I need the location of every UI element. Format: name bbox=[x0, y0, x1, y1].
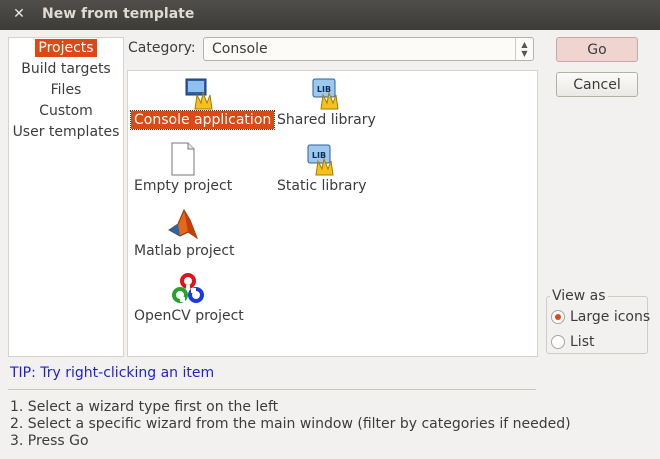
instruction-step: 2. Select a specific wizard from the mai… bbox=[10, 416, 571, 432]
template-label: OpenCV project bbox=[134, 308, 244, 324]
category-item-label: Custom bbox=[39, 103, 93, 119]
template-static-library[interactable]: LIB Static library bbox=[274, 141, 368, 195]
category-item-custom[interactable]: Custom bbox=[9, 101, 123, 122]
spin-arrows-icon: ▲ ▼ bbox=[515, 38, 533, 60]
matlab-icon bbox=[168, 208, 199, 240]
category-item-label: User templates bbox=[12, 124, 120, 140]
console-app-icon bbox=[185, 78, 213, 110]
template-shared-library[interactable]: LIB Shared library bbox=[274, 75, 378, 129]
tip-text: TIP: Try right-clicking an item bbox=[10, 365, 215, 381]
category-item-label: Projects bbox=[35, 39, 97, 57]
template-label: Static library bbox=[277, 178, 367, 194]
title-bar: ✕ New from template bbox=[0, 0, 660, 30]
template-label: Matlab project bbox=[134, 243, 235, 259]
view-as-legend: View as bbox=[550, 288, 608, 304]
shared-library-icon: LIB bbox=[312, 78, 339, 110]
radio-unselected-icon[interactable] bbox=[551, 335, 565, 349]
template-opencv-project[interactable]: OpenCV project bbox=[131, 271, 245, 325]
close-icon[interactable]: ✕ bbox=[10, 5, 28, 23]
static-library-icon: LIB bbox=[307, 144, 334, 176]
category-select[interactable]: Console ▲ ▼ bbox=[203, 37, 534, 61]
view-option-label: List bbox=[570, 334, 595, 350]
view-option-label: Large icons bbox=[570, 309, 651, 325]
cancel-button[interactable]: Cancel bbox=[556, 72, 638, 97]
category-item-label: Files bbox=[50, 82, 82, 98]
category-item-label: Build targets bbox=[21, 61, 111, 77]
template-label: Shared library bbox=[277, 112, 376, 128]
category-item-build-targets[interactable]: Build targets bbox=[9, 59, 123, 80]
category-label: Category: bbox=[128, 40, 196, 56]
template-console-application[interactable]: Console application bbox=[129, 75, 276, 130]
instruction-step: 1. Select a wizard type first on the lef… bbox=[10, 399, 279, 415]
category-list: Projects Build targets Files Custom User… bbox=[8, 37, 124, 357]
template-empty-project[interactable]: Empty project bbox=[131, 141, 235, 195]
view-as-group: View as Large icons List bbox=[546, 288, 650, 354]
category-select-value: Console bbox=[212, 41, 268, 57]
opencv-icon bbox=[172, 273, 204, 303]
radio-selected-icon[interactable] bbox=[551, 310, 565, 324]
category-item-user-templates[interactable]: User templates bbox=[9, 122, 123, 143]
instructions: 1. Select a wizard type first on the lef… bbox=[10, 399, 571, 450]
category-item-projects[interactable]: Projects bbox=[9, 38, 123, 59]
template-label: Console application bbox=[129, 110, 276, 130]
divider bbox=[8, 389, 536, 390]
template-label: Empty project bbox=[134, 178, 233, 194]
empty-project-icon bbox=[171, 142, 195, 176]
template-grid: Console application LIB Shared library E… bbox=[127, 70, 538, 357]
instruction-step: 3. Press Go bbox=[10, 433, 89, 449]
view-option-list[interactable]: List bbox=[551, 332, 594, 352]
go-button[interactable]: Go bbox=[556, 37, 638, 62]
view-option-large-icons[interactable]: Large icons bbox=[551, 307, 650, 327]
category-item-files[interactable]: Files bbox=[9, 80, 123, 101]
window-title: New from template bbox=[42, 6, 195, 22]
template-matlab-project[interactable]: Matlab project bbox=[131, 206, 235, 260]
